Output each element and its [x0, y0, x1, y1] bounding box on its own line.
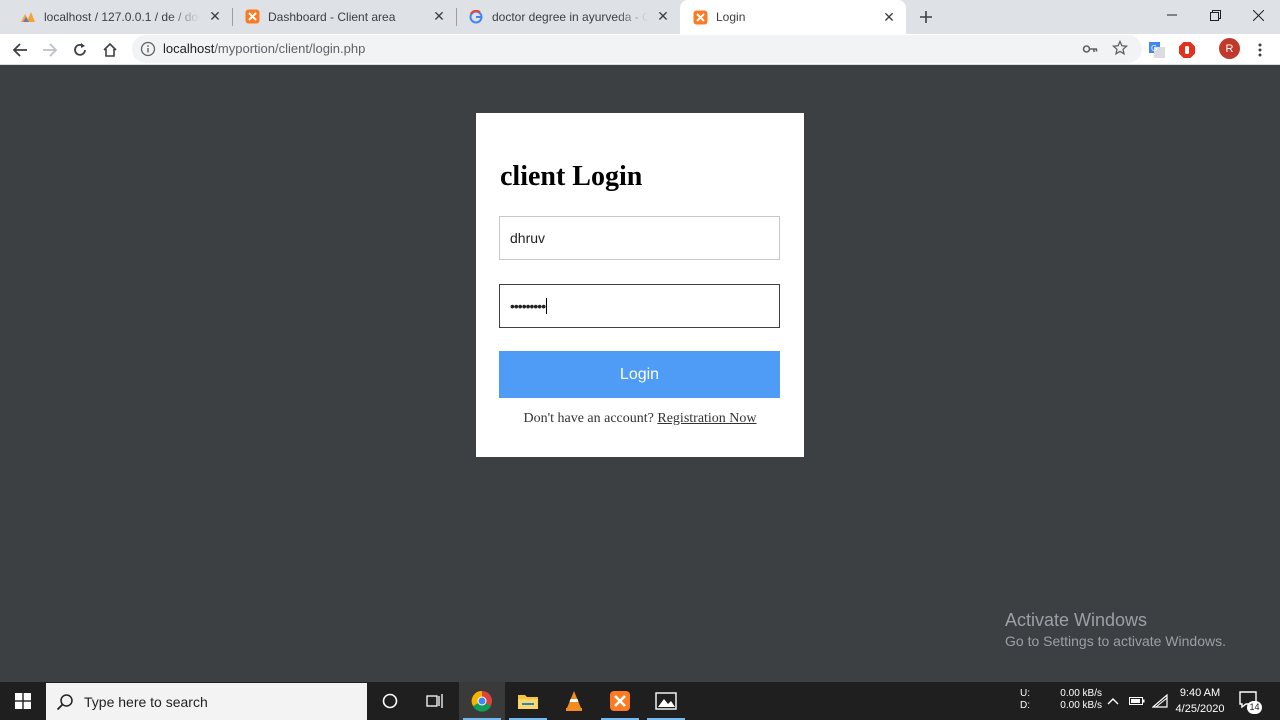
taskbar-search-box[interactable]: Type here to search [46, 683, 367, 720]
restore-button[interactable] [1193, 0, 1237, 30]
reload-icon [74, 43, 86, 56]
photos-button[interactable] [643, 682, 689, 720]
minimize-button[interactable] [1150, 0, 1194, 30]
registration-link[interactable]: Registration Now [657, 411, 756, 426]
battery-icon [1129, 697, 1145, 705]
url-host: localhost [163, 41, 215, 56]
folder-icon [518, 695, 538, 709]
login-card: client Login dhruv ••••••••• Login Don't… [476, 113, 804, 457]
windows-logo-icon [15, 693, 31, 709]
home-button[interactable] [96, 36, 124, 64]
svg-text:G: G [1151, 44, 1157, 53]
watermark-title: Activate Windows [1005, 610, 1148, 630]
network-speeds: 0.00 kB/s 0.00 kB/s [1052, 688, 1102, 712]
system-clock[interactable]: 9:40 AM 4/25/2020 [1168, 685, 1232, 717]
username-field[interactable]: dhruv [499, 216, 780, 260]
file-explorer-button[interactable] [505, 682, 551, 720]
tab-login[interactable]: Login ✕ [680, 0, 906, 34]
close-icon[interactable]: ✕ [206, 8, 224, 26]
image-icon [655, 692, 677, 710]
translate-icon: G [1149, 42, 1165, 58]
back-button[interactable] [6, 36, 34, 64]
task-view-icon [426, 694, 443, 708]
signup-prompt: Don't have an account? Registration Now [476, 411, 804, 427]
clock-time: 9:40 AM [1179, 687, 1221, 699]
chevron-up-icon [1107, 698, 1119, 705]
close-icon[interactable]: ✕ [654, 8, 672, 26]
kebab-menu-icon [1258, 43, 1262, 57]
text-caret [546, 298, 548, 314]
tab-title: doctor degree in ayurveda - Google [492, 9, 648, 24]
menu-button[interactable] [1246, 36, 1274, 64]
show-hidden-icons-button[interactable] [1107, 682, 1119, 720]
profile-avatar[interactable]: R [1219, 38, 1240, 59]
upload-label: U: [1020, 688, 1030, 699]
search-placeholder: Type here to search [84, 693, 208, 710]
cortana-circle-icon [382, 693, 398, 709]
browser-toolbar: localhost/myportion/client/login.php G R [0, 34, 1280, 65]
close-icon[interactable]: ✕ [880, 8, 898, 26]
key-icon[interactable] [1082, 41, 1098, 62]
wifi-button[interactable] [1152, 682, 1168, 720]
forward-button[interactable] [36, 36, 64, 64]
chrome-icon [471, 690, 492, 712]
google-icon [468, 9, 484, 25]
notification-count: 14 [1247, 701, 1262, 714]
search-icon [56, 693, 74, 711]
download-label: D: [1020, 700, 1030, 711]
battery-button[interactable] [1129, 682, 1145, 720]
signup-text: Don't have an account? [523, 411, 654, 426]
cortana-button[interactable] [367, 682, 413, 720]
close-icon[interactable]: ✕ [430, 8, 448, 26]
action-center-button[interactable]: 14 [1238, 688, 1262, 714]
home-icon [103, 42, 117, 57]
tab-google-search[interactable]: doctor degree in ayurveda - Google ✕ [456, 0, 680, 33]
adblock-extension[interactable] [1173, 36, 1201, 64]
download-speed: 0.00 kB/s [1060, 700, 1102, 711]
tab-title: Login [716, 10, 746, 24]
phpmyadmin-icon [20, 9, 36, 25]
wifi-icon [1152, 694, 1168, 708]
arrow-left-icon [12, 43, 27, 57]
address-bar[interactable]: localhost/myportion/client/login.php [132, 35, 1142, 63]
vlc-cone-icon [566, 691, 582, 711]
info-icon[interactable] [140, 41, 156, 57]
password-value: ••••••••• [510, 298, 546, 314]
page-title: client Login [500, 161, 643, 192]
clock-date: 4/25/2020 [1175, 703, 1225, 715]
tab-title: Dashboard - Client area [268, 9, 396, 24]
chrome-taskbar-button[interactable] [459, 682, 505, 720]
watermark-subtitle: Go to Settings to activate Windows. [1005, 633, 1226, 649]
windows-taskbar: Type here to search U: D: 0.00 kB/s 0.00… [0, 682, 1280, 720]
reload-button[interactable] [66, 36, 94, 64]
vlc-button[interactable] [551, 682, 597, 720]
tab-dashboard[interactable]: Dashboard - Client area ✕ [232, 0, 456, 33]
xampp-button[interactable] [597, 682, 643, 720]
url-text: localhost/myportion/client/login.php [163, 41, 365, 56]
xampp-icon [692, 9, 708, 25]
activate-windows-watermark: Activate Windows Go to Settings to activ… [1005, 610, 1226, 649]
tab-title: localhost / 127.0.0.1 / de / doctor [44, 9, 200, 24]
google-translate-extension[interactable]: G [1143, 36, 1171, 64]
close-window-button[interactable] [1236, 0, 1280, 30]
stop-hand-icon [1179, 42, 1195, 58]
username-value: dhruv [510, 230, 546, 246]
arrow-right-icon [43, 43, 58, 57]
tab-strip: localhost / 127.0.0.1 / de / doctor ✕ Da… [0, 0, 1280, 34]
xampp-icon [244, 9, 260, 25]
network-labels: U: D: [1020, 688, 1030, 712]
xampp-icon [610, 691, 630, 711]
login-button[interactable]: Login [499, 351, 780, 398]
task-view-button[interactable] [412, 682, 458, 720]
start-button[interactable] [0, 682, 46, 720]
tab-phpmyadmin[interactable]: localhost / 127.0.0.1 / de / doctor ✕ [8, 0, 232, 33]
upload-speed: 0.00 kB/s [1060, 688, 1102, 699]
star-icon[interactable] [1111, 39, 1129, 61]
password-field[interactable]: ••••••••• [499, 284, 780, 328]
url-path: /myportion/client/login.php [214, 41, 366, 56]
new-tab-button[interactable] [914, 5, 938, 29]
